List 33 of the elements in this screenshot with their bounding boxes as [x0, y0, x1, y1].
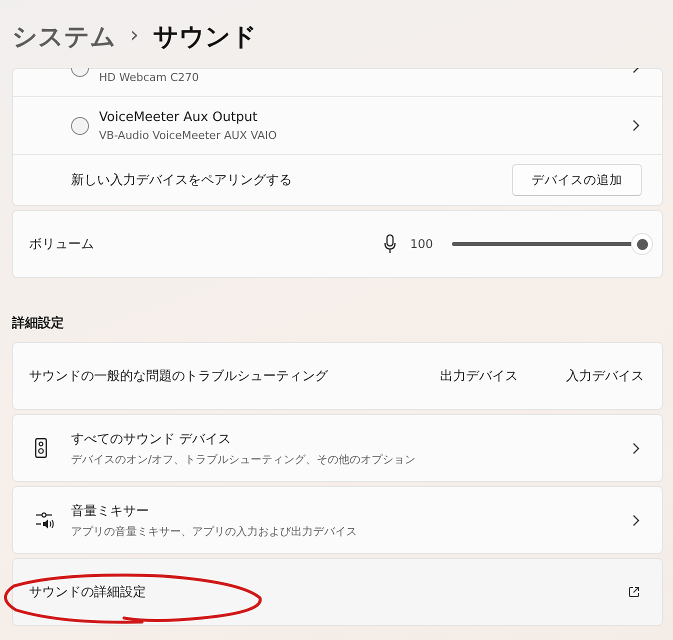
- device-row[interactable]: HD Webcam C270: [13, 68, 662, 96]
- volume-reading: 100: [410, 237, 433, 251]
- item-title: すべてのサウンド デバイス: [71, 430, 232, 448]
- volume-label: ボリューム: [29, 236, 95, 253]
- item-subtitle: アプリの音量ミキサー、アプリの入力および出力デバイス: [71, 524, 358, 538]
- add-device-button[interactable]: デバイスの追加: [512, 164, 642, 196]
- device-name: VoiceMeeter Aux Output: [99, 110, 258, 124]
- device-row[interactable]: VoiceMeeter Aux Output VB-Audio VoiceMeeter AUX VAIO: [13, 96, 662, 154]
- external-link-icon: [628, 586, 640, 598]
- radio-button[interactable]: [71, 116, 89, 134]
- chevron-right-icon: [632, 119, 640, 132]
- option-link[interactable]: 入力デバイス: [566, 367, 644, 385]
- item-title: サウンドの一般的な問題のトラブルシューティング: [29, 368, 330, 385]
- section-title: 詳細設定: [12, 314, 65, 332]
- slider-thumb[interactable]: [631, 233, 653, 255]
- item-subtitle: デバイスのオン/オフ、トラブルシューティング、その他のオプション: [71, 452, 417, 466]
- settings-item[interactable]: すべてのサウンド デバイス デバイスのオン/オフ、トラブルシューティング、その他のオプション: [12, 414, 663, 482]
- page-title: サウンド: [152, 20, 257, 52]
- settings-item[interactable]: 音量ミキサー アプリの音量ミキサー、アプリの入力および出力デバイス: [12, 486, 663, 554]
- option-link[interactable]: 出力デバイス: [440, 367, 518, 385]
- chevron-right-icon: [632, 514, 640, 526]
- breadcrumb-link[interactable]: システム: [12, 16, 116, 52]
- mixer-icon: [35, 511, 55, 529]
- item-title: 音量ミキサー: [71, 502, 150, 520]
- microphone-icon: [384, 234, 396, 254]
- settings-item[interactable]: サウンドの詳細設定: [12, 558, 663, 626]
- breadcrumb-separator: ›: [130, 22, 139, 48]
- pair-label: 新しい入力デバイスをペアリングする: [71, 172, 293, 189]
- device-subtitle: VB-Audio VoiceMeeter AUX VAIO: [99, 128, 278, 142]
- device-subtitle: HD Webcam C270: [99, 70, 200, 84]
- speaker-icon: [35, 438, 47, 458]
- item-title: サウンドの詳細設定: [29, 584, 147, 601]
- chevron-right-icon: [632, 442, 640, 454]
